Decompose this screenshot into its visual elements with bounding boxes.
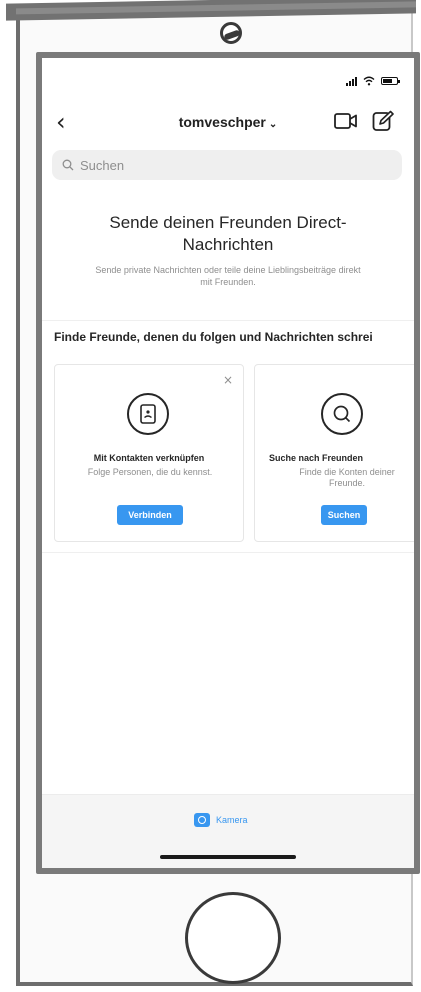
card-title: Mit Kontakten verknüpfen <box>93 453 205 463</box>
signal-icon <box>346 76 357 86</box>
divider <box>42 552 414 553</box>
connect-button[interactable]: Verbinden <box>117 505 183 525</box>
app-screen: ‹ tomveschper ⌄ Suchen Sende deinen Freu… <box>42 58 414 868</box>
connect-contacts-card: × Mit Kontakten verknüpfen Folge Persone… <box>54 364 244 542</box>
card-description: Folge Personen, die du kennst. <box>87 467 213 477</box>
camera-icon <box>194 813 210 827</box>
device-mockup: ‹ tomveschper ⌄ Suchen Sende deinen Freu… <box>0 0 421 992</box>
new-message-button[interactable] <box>372 110 394 132</box>
account-switcher[interactable]: tomveschper ⌄ <box>42 114 414 130</box>
account-name: tomveschper <box>178 114 266 130</box>
search-icon <box>321 393 363 435</box>
search-icon <box>62 159 74 171</box>
close-icon[interactable]: × <box>223 373 233 387</box>
search-input[interactable] <box>80 157 380 173</box>
camera-button[interactable]: Kamera <box>194 813 248 827</box>
home-indicator <box>160 855 296 859</box>
card-title: Suche nach Freunden <box>269 453 364 463</box>
nav-bar: ‹ tomveschper ⌄ <box>42 104 414 144</box>
bottom-bar: Kamera <box>42 794 414 868</box>
empty-state-subtitle: Sende private Nachrichten oder teile dei… <box>95 265 361 287</box>
card-description: Finde die Konten deiner Freunde. <box>299 467 395 488</box>
search-bar[interactable] <box>52 150 402 180</box>
battery-icon <box>381 77 400 85</box>
camera-label: Kamera <box>216 815 248 825</box>
find-friends-header: Finde Freunde, denen du folgen und Nachr… <box>54 330 373 344</box>
contacts-icon <box>127 393 169 435</box>
wifi-icon <box>363 76 375 86</box>
divider <box>42 320 414 321</box>
home-button[interactable] <box>185 892 281 984</box>
chevron-down-icon: ⌄ <box>268 119 278 130</box>
video-call-button[interactable] <box>334 112 358 130</box>
empty-state-title: Sende deinen Freunden Direct-Nachrichten <box>109 213 347 254</box>
search-button[interactable]: Suchen <box>321 505 367 525</box>
phone-earpiece <box>220 22 242 44</box>
video-camera-icon <box>334 113 357 129</box>
search-friends-card: Suche nach Freunden Finde die Konten dei… <box>254 364 414 542</box>
status-bar <box>42 58 414 104</box>
compose-icon <box>372 110 394 131</box>
